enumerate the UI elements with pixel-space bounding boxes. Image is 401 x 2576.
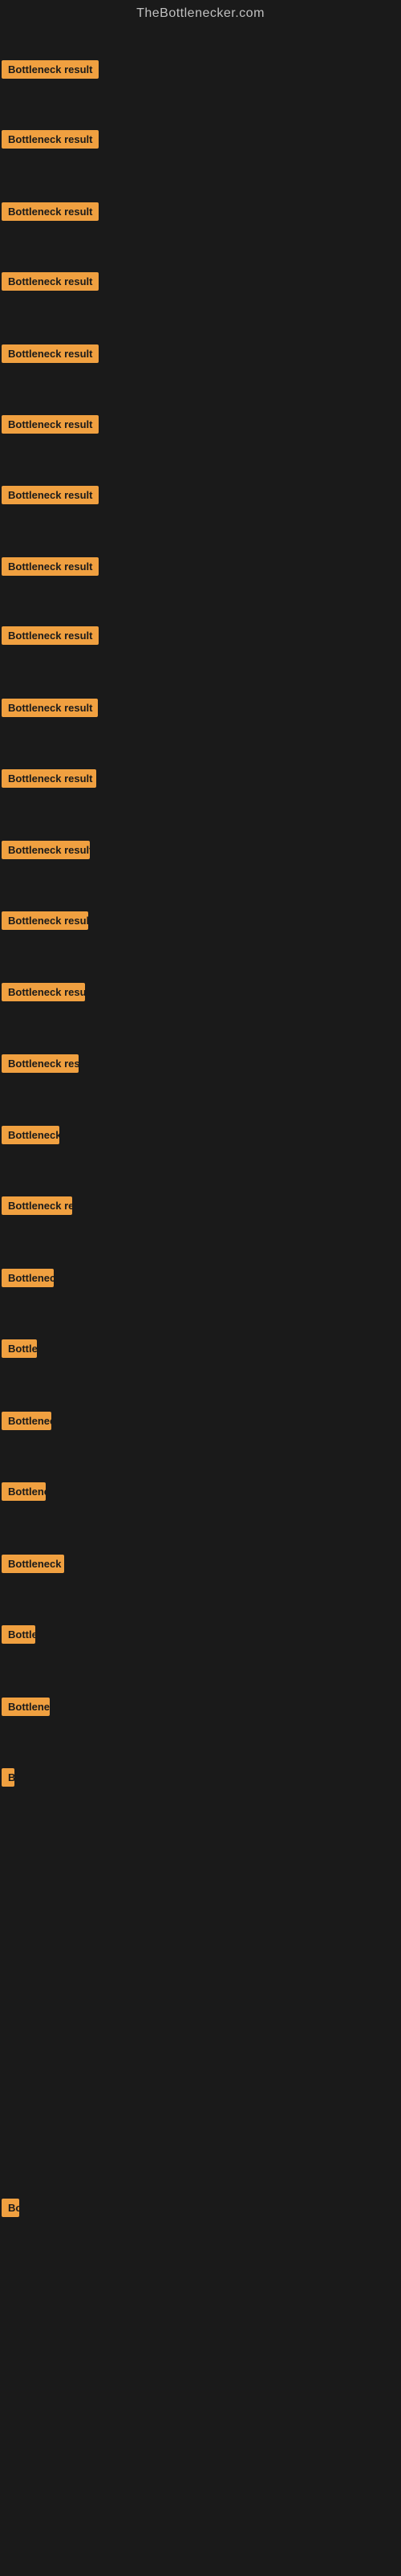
bottleneck-item[interactable]: Bottleneck result: [2, 983, 85, 1005]
bottleneck-badge[interactable]: Bottleneck: [2, 1126, 59, 1144]
bottleneck-badge[interactable]: Bottleneck result: [2, 344, 99, 363]
bottleneck-item[interactable]: Bottleneck result: [2, 557, 99, 580]
bottleneck-item[interactable]: Bottleneck result: [2, 486, 99, 508]
bottleneck-badge[interactable]: Bottlenec: [2, 1698, 50, 1716]
bottleneck-item[interactable]: Bottleneck result: [2, 415, 99, 438]
bottleneck-item[interactable]: Bottleneck resu: [2, 1054, 79, 1077]
bottleneck-badge[interactable]: Bottleneck result: [2, 60, 99, 79]
bottleneck-item[interactable]: Bottlene: [2, 1482, 46, 1505]
site-header: TheBottlenecker.com: [0, 0, 401, 31]
bottleneck-item[interactable]: Bottleneck: [2, 1126, 59, 1148]
bottleneck-badge[interactable]: Bottleneck result: [2, 415, 99, 434]
bottleneck-item[interactable]: Bottleneck result: [2, 626, 99, 649]
bottleneck-item[interactable]: Bottleneck result: [2, 130, 99, 153]
bottleneck-item[interactable]: Bo: [2, 2199, 19, 2221]
bottleneck-badge[interactable]: Bottleneck result: [2, 699, 98, 717]
bottleneck-item[interactable]: Bottleneck result: [2, 699, 98, 721]
bottleneck-item[interactable]: Bottlenec: [2, 1412, 51, 1434]
bottleneck-badge[interactable]: Bottle: [2, 1625, 35, 1644]
bottleneck-item[interactable]: Bottle: [2, 1339, 37, 1362]
bottleneck-badge[interactable]: Bottleneck result: [2, 202, 99, 221]
bottleneck-badge[interactable]: Bottleneck result: [2, 841, 90, 859]
bottleneck-badge[interactable]: Bottleneck result: [2, 626, 99, 645]
bottleneck-badge[interactable]: Bo: [2, 2199, 19, 2217]
bottleneck-item[interactable]: Bottleneck result: [2, 841, 90, 863]
bottleneck-item[interactable]: Bottleneck result: [2, 769, 96, 792]
bottleneck-item[interactable]: Bottleneck result: [2, 272, 99, 295]
bottleneck-badge[interactable]: Bottleneck resu: [2, 1054, 79, 1073]
bottleneck-item[interactable]: Bottleneck result: [2, 911, 88, 934]
bottleneck-badge[interactable]: Bottleneck res: [2, 1196, 72, 1215]
bottleneck-badge[interactable]: Bottleneck result: [2, 486, 99, 504]
bottleneck-items-container: Bottleneck result Bottleneck result Bottle…: [0, 31, 401, 2576]
bottleneck-badge[interactable]: Bottlene: [2, 1482, 46, 1501]
bottleneck-badge[interactable]: Bottleneck result: [2, 557, 99, 576]
bottleneck-badge[interactable]: Bottleneck result: [2, 983, 85, 1001]
bottleneck-item[interactable]: Bottlenec: [2, 1698, 50, 1720]
bottleneck-item[interactable]: Bottlenec: [2, 1269, 54, 1291]
bottleneck-badge[interactable]: B: [2, 1768, 14, 1787]
bottleneck-badge[interactable]: Bottleneck result: [2, 130, 99, 149]
bottleneck-item[interactable]: Bottleneck result: [2, 202, 99, 225]
bottleneck-item[interactable]: B: [2, 1768, 14, 1791]
bottleneck-badge[interactable]: Bottleneck r: [2, 1555, 64, 1573]
bottleneck-badge[interactable]: Bottleneck result: [2, 911, 88, 930]
bottleneck-item[interactable]: Bottleneck r: [2, 1555, 64, 1577]
bottleneck-badge[interactable]: Bottle: [2, 1339, 37, 1358]
bottleneck-badge[interactable]: Bottlenec: [2, 1269, 54, 1287]
bottleneck-item[interactable]: Bottleneck res: [2, 1196, 72, 1219]
bottleneck-badge[interactable]: Bottlenec: [2, 1412, 51, 1430]
bottleneck-badge[interactable]: Bottleneck result: [2, 769, 96, 788]
bottleneck-badge[interactable]: Bottleneck result: [2, 272, 99, 291]
bottleneck-item[interactable]: Bottleneck result: [2, 60, 99, 83]
bottleneck-item[interactable]: Bottle: [2, 1625, 35, 1648]
bottleneck-item[interactable]: Bottleneck result: [2, 344, 99, 367]
